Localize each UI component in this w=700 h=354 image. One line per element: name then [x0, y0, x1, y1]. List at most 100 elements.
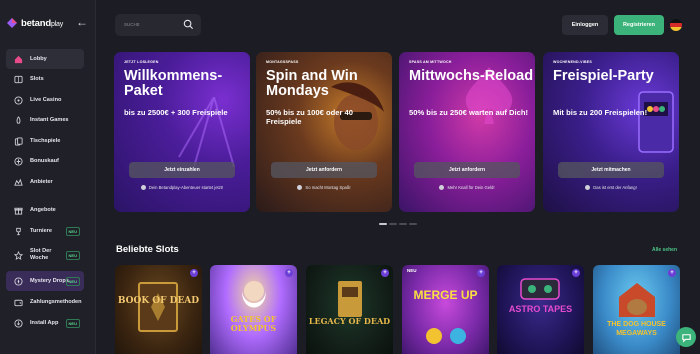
- chat-icon: [681, 333, 691, 342]
- game-tile-book-of-dead[interactable]: BOOK OF DEAD +: [115, 265, 202, 354]
- search-placeholder: SUCHE: [124, 22, 140, 27]
- sidebar-item-label: Instant Games: [30, 116, 69, 123]
- promo-subtitle: Mit bis zu 200 Freispielen!: [553, 108, 648, 117]
- info-icon: [297, 185, 303, 190]
- promo-subtitle: 50% bis zu 250€ warten auf Dich!: [409, 108, 529, 117]
- see-all-link[interactable]: Alle sehen: [652, 247, 677, 253]
- carousel-dot[interactable]: [389, 223, 397, 225]
- sidebar-item-tischspiele[interactable]: Tischspiele: [6, 131, 84, 151]
- game-title: LEGACY OF DEAD: [308, 316, 391, 326]
- sidebar-item-bonuskauf[interactable]: Bonuskauf: [6, 151, 84, 171]
- chat-support-button[interactable]: [676, 327, 696, 347]
- logo-icon: [7, 18, 17, 28]
- promo-title: Spin and Win Mondays: [266, 68, 358, 99]
- sidebar-item-turniere[interactable]: Turniere NEU: [6, 221, 84, 241]
- game-tile-gates-of-olympus[interactable]: GATES OF OLYMPUS +: [210, 265, 297, 354]
- promo-card-welcome[interactable]: JETZT LOSLEGEN Willkommens-Paket bis zu …: [114, 52, 250, 212]
- promo-button[interactable]: Jetzt einzahlen: [129, 162, 235, 178]
- sidebar-item-anbieter[interactable]: Anbieter: [6, 172, 84, 192]
- gift-icon: [13, 205, 23, 215]
- promo-card-mondays[interactable]: MONTAGSSPASS Spin and Win Mondays 50% bi…: [256, 52, 392, 212]
- promo-note: Mehr Knall für Dein Geld!: [399, 185, 535, 190]
- game-tile-the-dog-house-megaways[interactable]: THE DOG HOUSE MEGAWAYS +: [593, 265, 680, 354]
- favorite-add-icon[interactable]: +: [572, 269, 580, 277]
- new-badge: NEU: [65, 226, 80, 236]
- game-title: MERGE UP: [413, 288, 478, 302]
- new-badge: NEU: [407, 268, 417, 273]
- register-button[interactable]: Registrieren: [614, 15, 664, 35]
- sidebar-item-zahlungsmethoden[interactable]: Zahlungsmethoden: [6, 292, 84, 312]
- carousel-dot[interactable]: [409, 223, 417, 225]
- sidebar-item-label: Angebote: [30, 206, 56, 213]
- promo-note-text: Dein Betandplay-Abenteuer startet jetzt!: [148, 185, 224, 190]
- game-title: ASTRO TAPES: [508, 304, 573, 314]
- promo-button[interactable]: Jetzt anfordern: [271, 162, 377, 178]
- carousel-dot[interactable]: [379, 223, 387, 225]
- game-art: [426, 328, 466, 344]
- info-icon: [140, 185, 146, 190]
- promo-note-text: Das ist erst der Anfang!: [593, 185, 637, 190]
- promo-tag: WOCHENEND-VIBES: [553, 60, 592, 64]
- wallet-icon: [13, 297, 23, 307]
- sidebar-item-label: Mystery Drops: [30, 277, 69, 284]
- rocket-icon: [13, 115, 23, 125]
- promo-note-text: So macht Montag Spaß!: [305, 185, 351, 190]
- favorite-add-icon[interactable]: +: [190, 269, 198, 277]
- carousel-dot[interactable]: [399, 223, 407, 225]
- sidebar-item-mystery-drops[interactable]: Mystery Drops NEU: [6, 271, 84, 291]
- favorite-add-icon[interactable]: +: [381, 269, 389, 277]
- sidebar-item-label: Turniere: [30, 227, 52, 234]
- promo-title: Willkommens-Paket: [124, 68, 223, 99]
- bonus-icon: [13, 156, 23, 166]
- game-tile-merge-up[interactable]: NEU MERGE UP +: [402, 265, 489, 354]
- favorite-add-icon[interactable]: +: [285, 269, 293, 277]
- sidebar-item-label: Lobby: [30, 55, 47, 62]
- sidebar-item-label: Slots: [30, 75, 44, 82]
- mystery-drops-icon: [13, 276, 23, 286]
- search-input[interactable]: SUCHE: [115, 14, 201, 36]
- promo-tag: SPASS AM MITTWOCH: [409, 60, 452, 64]
- sidebar-item-label: Anbieter: [30, 178, 53, 185]
- promo-subtitle: 50% bis zu 100€ oder 40 Freispiele: [266, 108, 353, 126]
- collapse-sidebar-icon[interactable]: ←: [76, 15, 88, 29]
- slot-machine-icon: [13, 74, 23, 84]
- game-title: BOOK OF DEAD: [117, 296, 200, 306]
- provider-icon: [13, 177, 23, 187]
- sidebar-item-install-app[interactable]: Install App NEU: [6, 313, 84, 333]
- promo-note: Das ist erst der Anfang!: [543, 185, 679, 190]
- brand-name-main: betand: [21, 17, 51, 29]
- game-tile-legacy-of-dead[interactable]: LEGACY OF DEAD +: [306, 265, 393, 354]
- promo-button[interactable]: Jetzt anfordern: [414, 162, 520, 178]
- promo-tag: MONTAGSSPASS: [266, 60, 299, 64]
- trophy-icon: [13, 226, 23, 236]
- favorite-add-icon[interactable]: +: [477, 269, 485, 277]
- cards-icon: [13, 136, 23, 146]
- game-title: THE DOG HOUSE MEGAWAYS: [607, 321, 666, 337]
- favorite-add-icon[interactable]: +: [668, 269, 676, 277]
- sidebar-item-instant-games[interactable]: Instant Games: [6, 110, 84, 130]
- sidebar-item-label: Slot Der Woche: [30, 248, 52, 261]
- game-art: [619, 283, 655, 317]
- sidebar-item-slots[interactable]: Slots: [6, 69, 84, 89]
- info-icon: [439, 185, 445, 190]
- sidebar: betandplay ← Lobby Slots Live Casino Ins…: [0, 0, 96, 354]
- promo-art-slot-machine: [638, 91, 674, 153]
- promo-note-text: Mehr Knall für Dein Geld!: [447, 185, 495, 190]
- sidebar-item-live-casino[interactable]: Live Casino: [6, 90, 84, 110]
- brand-name: betandplay: [21, 18, 63, 29]
- language-flag-de[interactable]: [670, 19, 682, 31]
- promo-title: Freispiel-Party: [553, 68, 654, 84]
- promo-button[interactable]: Jetzt mitmachen: [558, 162, 664, 178]
- promo-card-weekend[interactable]: WOCHENEND-VIBES Freispiel-Party Mit bis …: [543, 52, 679, 212]
- sidebar-item-lobby[interactable]: Lobby: [6, 49, 84, 69]
- sidebar-item-slot-der-woche[interactable]: Slot Der Woche NEU: [6, 243, 84, 267]
- login-button[interactable]: Einloggen: [562, 15, 608, 35]
- sidebar-item-label: Install App: [30, 319, 59, 326]
- promo-card-wednesday[interactable]: SPASS AM MITTWOCH Mittwochs-Reload 50% b…: [399, 52, 535, 212]
- game-tile-astro-tapes[interactable]: ASTRO TAPES +: [497, 265, 584, 354]
- search-icon[interactable]: [183, 19, 194, 30]
- sidebar-item-angebote[interactable]: Angebote: [6, 200, 84, 220]
- promo-title: Mittwochs-Reload: [409, 68, 534, 84]
- brand-logo[interactable]: betandplay: [6, 17, 63, 29]
- game-art: [338, 281, 362, 317]
